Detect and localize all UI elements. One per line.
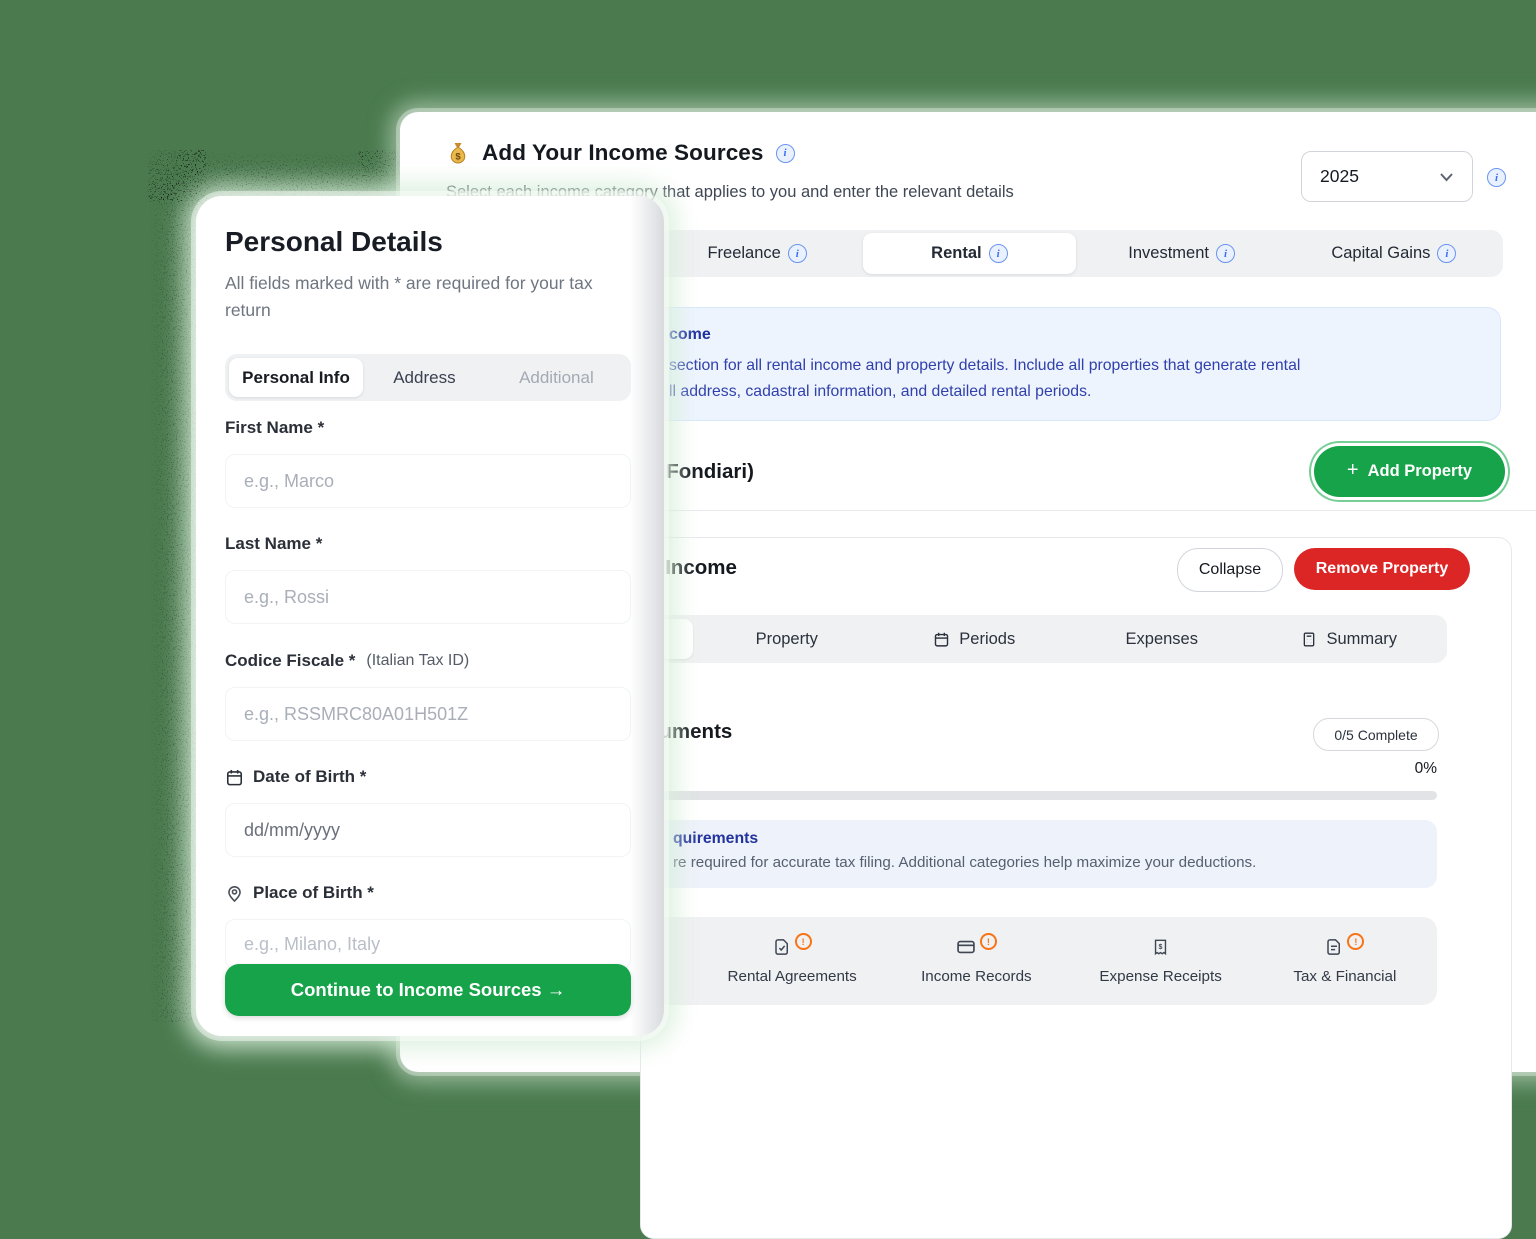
tab-address[interactable]: Address xyxy=(363,358,486,397)
requirements-title: quirements xyxy=(673,830,1419,848)
modal-subtitle: All fields marked with * are required fo… xyxy=(225,270,637,324)
alert-icon: ! xyxy=(1347,933,1364,950)
subtab-periods[interactable]: Periods xyxy=(881,630,1069,649)
income-category-tabs: Freelance i Rental i Investment i Capita… xyxy=(648,230,1503,277)
personal-details-tabs: Personal Info Address Additional xyxy=(225,354,631,401)
requirements-banner: quirements re required for accurate tax … xyxy=(655,820,1437,888)
category-tax-financial[interactable]: ! Tax & Financial xyxy=(1253,937,1437,985)
chevron-down-icon xyxy=(1439,172,1454,182)
category-income-records[interactable]: ! Income Records xyxy=(884,937,1068,985)
documents-complete-badge: 0/5 Complete xyxy=(1313,718,1439,751)
place-of-birth-field[interactable]: e.g., Milano, Italy xyxy=(225,919,631,969)
category-label: Rental Agreements xyxy=(728,968,857,985)
alert-icon: ! xyxy=(980,933,997,950)
category-label: Income Records xyxy=(921,968,1032,985)
property-subtabs: Property Periods Expenses Summar xyxy=(655,615,1447,663)
svg-text:$: $ xyxy=(1159,943,1163,951)
tax-year-select[interactable]: 2025 xyxy=(1301,151,1473,202)
panel-title: Add Your Income Sources xyxy=(482,140,764,166)
banner-title: come xyxy=(669,326,1480,344)
collapse-button[interactable]: Collapse xyxy=(1177,548,1283,592)
tab-investment-label: Investment xyxy=(1128,244,1209,263)
subtab-summary-label: Summary xyxy=(1326,630,1397,649)
svg-text:$: $ xyxy=(455,152,461,163)
investment-info-icon[interactable]: i xyxy=(1216,244,1235,263)
tab-freelance-label: Freelance xyxy=(707,244,780,263)
tab-rental-label: Rental xyxy=(931,244,981,263)
first-name-field[interactable]: e.g., Marco xyxy=(225,454,631,508)
category-expense-receipts[interactable]: $ Expense Receipts xyxy=(1069,937,1253,985)
receipt-dollar-icon: $ xyxy=(1152,937,1169,957)
calendar-icon xyxy=(225,768,244,787)
freelance-info-icon[interactable]: i xyxy=(788,244,807,263)
date-of-birth-label: Date of Birth * xyxy=(225,767,366,787)
place-of-birth-label: Place of Birth * xyxy=(225,883,374,903)
document-check-icon xyxy=(773,937,791,957)
location-pin-icon xyxy=(225,884,244,903)
requirements-body: re required for accurate tax filing. Add… xyxy=(673,854,1419,871)
subtab-periods-label: Periods xyxy=(959,630,1015,649)
subtab-expenses[interactable]: Expenses xyxy=(1068,630,1256,649)
documents-progress-bar xyxy=(648,791,1437,800)
category-label: Tax & Financial xyxy=(1293,968,1396,985)
codice-fiscale-label-text: Codice Fiscale * xyxy=(225,651,355,671)
tab-capital-gains-label: Capital Gains xyxy=(1331,244,1430,263)
alert-icon: ! xyxy=(795,933,812,950)
add-property-label: Add Property xyxy=(1368,462,1473,481)
remove-property-button[interactable]: Remove Property xyxy=(1294,548,1470,590)
continue-button[interactable]: Continue to Income Sources → xyxy=(225,964,631,1016)
first-name-label: First Name * xyxy=(225,418,324,438)
modal-title: Personal Details xyxy=(225,226,443,258)
title-info-icon[interactable]: i xyxy=(776,144,795,163)
document-icon xyxy=(1325,937,1343,957)
plus-icon: + xyxy=(1347,459,1359,482)
date-of-birth-field[interactable]: dd/mm/yyyy xyxy=(225,803,631,857)
tab-freelance[interactable]: Freelance i xyxy=(651,233,863,274)
add-property-button[interactable]: + Add Property xyxy=(1314,446,1505,497)
category-rental-agreements[interactable]: ! Rental Agreements xyxy=(700,937,884,985)
documents-progress-percent: 0% xyxy=(1360,760,1437,778)
calculator-icon xyxy=(1301,631,1317,648)
card-icon xyxy=(956,937,976,957)
tax-year-value: 2025 xyxy=(1320,166,1359,187)
tax-year-info-icon[interactable]: i xyxy=(1487,168,1506,187)
subtab-summary[interactable]: Summary xyxy=(1256,630,1444,649)
capital-gains-info-icon[interactable]: i xyxy=(1437,244,1456,263)
subtab-property-label: Property xyxy=(756,630,818,649)
tab-additional[interactable]: Additional xyxy=(486,358,627,397)
place-of-birth-label-text: Place of Birth * xyxy=(253,883,374,903)
money-bag-icon: $ xyxy=(446,141,470,165)
category-label: Expense Receipts xyxy=(1099,968,1221,985)
rental-info-banner: come section for all rental income and p… xyxy=(648,307,1501,421)
banner-line2: ll address, cadastral information, and d… xyxy=(669,379,1480,405)
date-of-birth-label-text: Date of Birth * xyxy=(253,767,366,787)
codice-fiscale-hint: (Italian Tax ID) xyxy=(366,652,469,670)
first-name-label-text: First Name * xyxy=(225,418,324,438)
personal-details-modal: Personal Details All fields marked with … xyxy=(196,196,664,1036)
tab-investment[interactable]: Investment i xyxy=(1076,233,1288,274)
divider xyxy=(640,510,1536,511)
tab-personal-info[interactable]: Personal Info xyxy=(229,358,363,397)
last-name-label: Last Name * xyxy=(225,534,322,554)
calendar-icon xyxy=(933,631,950,648)
subtab-expenses-label: Expenses xyxy=(1126,630,1198,649)
last-name-label-text: Last Name * xyxy=(225,534,322,554)
codice-fiscale-field[interactable]: e.g., RSSMRC80A01H501Z xyxy=(225,687,631,741)
page-background: $ Add Your Income Sources i Select each … xyxy=(0,0,1536,1024)
document-categories: ! Rental Agreements ! Income Records xyxy=(655,917,1437,1005)
subtab-active-stub[interactable] xyxy=(659,619,693,659)
last-name-field[interactable]: e.g., Rossi xyxy=(225,570,631,624)
rental-info-icon[interactable]: i xyxy=(989,244,1008,263)
tab-capital-gains[interactable]: Capital Gains i xyxy=(1288,233,1500,274)
banner-line1: section for all rental income and proper… xyxy=(669,353,1480,379)
tab-rental[interactable]: Rental i xyxy=(863,233,1075,274)
codice-fiscale-label: Codice Fiscale * (Italian Tax ID) xyxy=(225,651,469,671)
subtab-property[interactable]: Property xyxy=(693,630,881,649)
